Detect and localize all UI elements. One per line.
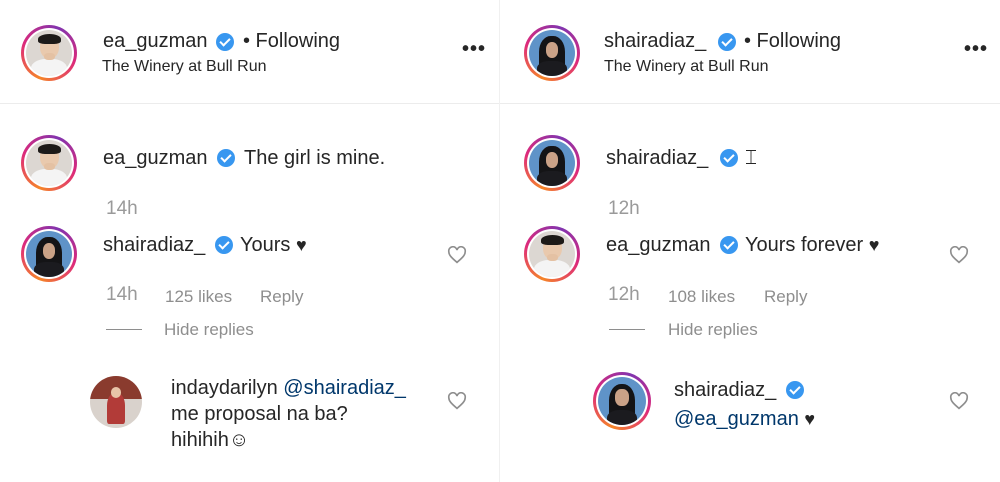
heart-outline-icon[interactable]	[447, 246, 467, 264]
black-heart-emoji: ♥	[868, 235, 880, 255]
heart-outline-icon[interactable]	[949, 392, 969, 410]
black-heart-emoji: ♥	[295, 235, 307, 255]
comment-time[interactable]: 14h	[106, 284, 138, 306]
reply-username[interactable]: indaydarilyn	[171, 377, 278, 399]
avatar-shairadiaz-header[interactable]	[524, 25, 580, 81]
reply-line-2: me proposal na ba?	[171, 403, 348, 425]
avatar-shairadiaz-comment[interactable]	[21, 226, 77, 282]
verified-badge-icon	[216, 33, 234, 51]
caption-time[interactable]: 14h	[106, 198, 138, 220]
comment-username[interactable]: ea_guzman	[606, 233, 711, 257]
hide-replies-button[interactable]: Hide replies	[164, 320, 254, 340]
mention-link[interactable]: @ea_guzman	[674, 408, 799, 430]
caption-username[interactable]: shairadiaz_	[606, 146, 708, 170]
replies-divider	[106, 329, 142, 330]
reply-comment: indaydarilyn @shairadiaz_ me proposal na…	[171, 375, 441, 453]
reply-text: @ea_guzman ♥	[674, 407, 815, 431]
avatar-ea-guzman-header[interactable]	[21, 25, 77, 81]
caption-username[interactable]: ea_guzman	[103, 147, 208, 169]
heart-outline-icon[interactable]	[447, 392, 467, 410]
comment-text: Yours forever ♥	[745, 234, 880, 256]
verified-badge-icon	[786, 381, 804, 399]
comment-time[interactable]: 12h	[608, 284, 640, 306]
avatar-ea-guzman-caption[interactable]	[21, 135, 77, 191]
reply-line-3: hihihih☺	[171, 429, 250, 451]
more-options-icon[interactable]: •••	[964, 38, 988, 61]
caption-comment: ea_guzman	[103, 146, 208, 170]
reply-button[interactable]: Reply	[260, 287, 303, 307]
post-panel-right: shairadiaz_ • Following The Winery at Bu…	[500, 0, 1000, 482]
reply-button[interactable]: Reply	[764, 287, 807, 307]
caption-text: The girl is mine.	[244, 147, 386, 169]
avatar-indaydarilyn[interactable]	[90, 376, 142, 428]
following-button[interactable]: • Following	[243, 30, 340, 53]
header-username[interactable]: ea_guzman	[103, 30, 208, 53]
verified-badge-icon	[215, 236, 233, 254]
following-button[interactable]: • Following	[744, 30, 841, 53]
more-options-icon[interactable]: •••	[462, 38, 486, 61]
replies-divider	[609, 329, 645, 330]
reply-username[interactable]: shairadiaz_	[674, 378, 776, 402]
verified-badge-icon	[718, 33, 736, 51]
heart-outline-icon[interactable]	[949, 246, 969, 264]
caption-time[interactable]: 12h	[608, 198, 640, 220]
mention-link[interactable]: @shairadiaz_	[283, 377, 406, 399]
hide-replies-button[interactable]: Hide replies	[668, 320, 758, 340]
caption-text: ⌶	[745, 147, 757, 169]
avatar-ea-guzman-comment[interactable]	[524, 226, 580, 282]
verified-badge-icon	[217, 149, 235, 167]
post-header-left: ea_guzman • Following The Winery at Bull…	[0, 0, 500, 104]
header-username[interactable]: shairadiaz_	[604, 30, 706, 53]
verified-badge-icon	[720, 236, 738, 254]
black-heart-emoji: ♥	[804, 409, 816, 429]
comment-text: Yours ♥	[240, 234, 307, 256]
post-panel-left: ea_guzman • Following The Winery at Bull…	[0, 0, 500, 482]
comment-likes[interactable]: 108 likes	[668, 287, 735, 307]
location-link[interactable]: The Winery at Bull Run	[604, 58, 769, 76]
avatar-shairadiaz-caption[interactable]	[524, 135, 580, 191]
comment-likes[interactable]: 125 likes	[165, 287, 232, 307]
location-link[interactable]: The Winery at Bull Run	[102, 58, 267, 76]
avatar-shairadiaz-reply[interactable]	[593, 372, 651, 430]
post-header-right: shairadiaz_ • Following The Winery at Bu…	[500, 0, 1000, 104]
verified-badge-icon	[720, 149, 738, 167]
comment-username[interactable]: shairadiaz_	[103, 233, 205, 257]
